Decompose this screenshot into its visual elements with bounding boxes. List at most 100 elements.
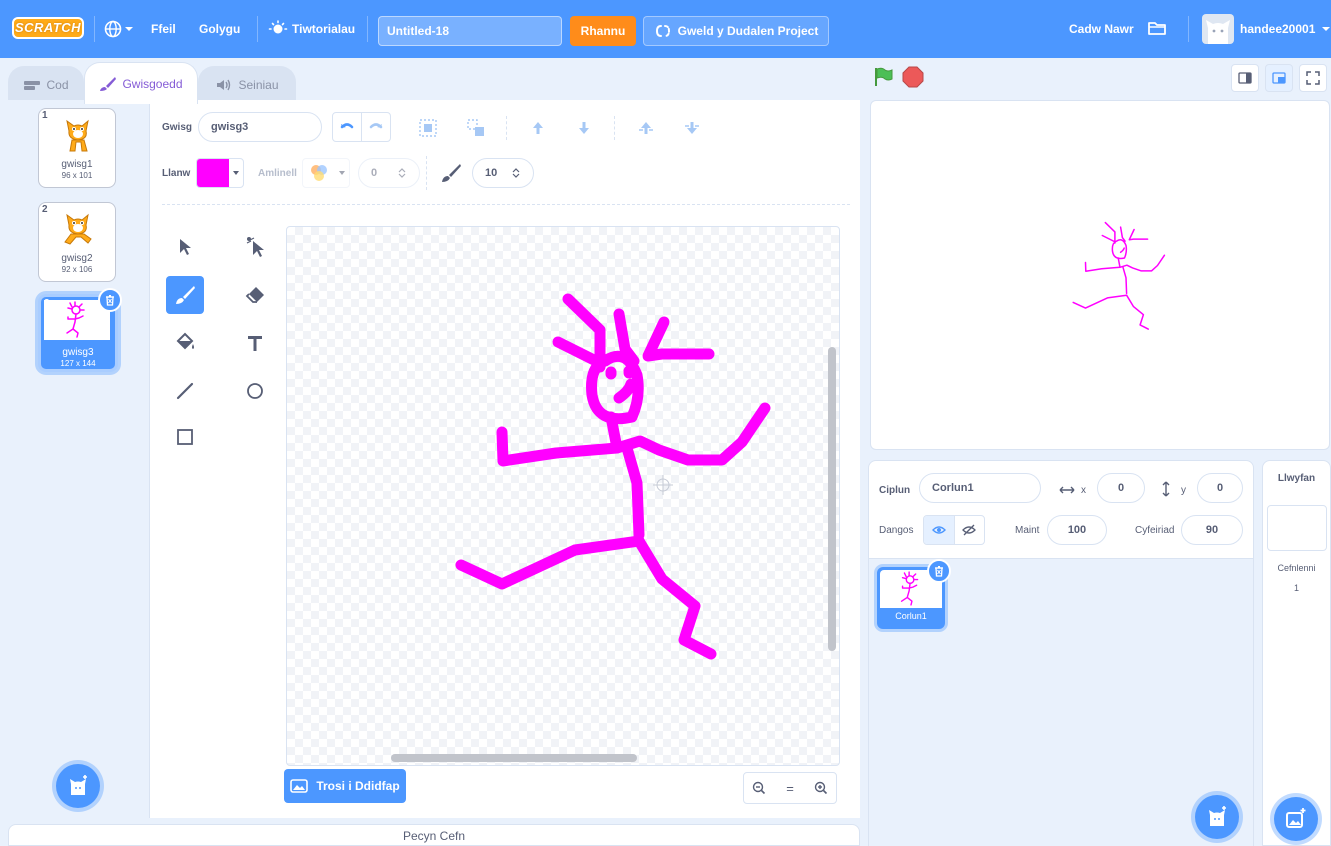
file-menu[interactable]: Ffeil <box>151 22 176 36</box>
costume-tile[interactable]: 2 gwisg2 92 x 106 <box>38 202 116 282</box>
choose-backdrop-button[interactable] <box>1274 797 1318 841</box>
color-palette-icon <box>311 165 327 181</box>
paint-canvas[interactable] <box>286 226 840 766</box>
text-tool[interactable] <box>236 324 274 362</box>
language-menu[interactable] <box>104 20 134 38</box>
menu-divider <box>257 16 258 42</box>
eraser-tool[interactable] <box>236 276 274 314</box>
fill-color-picker[interactable] <box>196 158 244 188</box>
backward-button[interactable] <box>568 112 600 144</box>
delete-sprite-button[interactable] <box>927 559 951 583</box>
vertical-arrows-icon <box>1162 481 1170 497</box>
paintbrush-icon <box>100 76 117 91</box>
hide-sprite-button[interactable] <box>955 516 985 544</box>
brush-size-input[interactable]: 10 <box>472 158 534 188</box>
x-input[interactable] <box>1097 473 1145 503</box>
x-label: x <box>1081 485 1086 496</box>
direction-input[interactable] <box>1181 515 1243 545</box>
large-stage-button[interactable] <box>1265 64 1293 92</box>
costume-size: 96 x 101 <box>61 171 93 180</box>
edit-menu[interactable]: Golygu <box>199 22 240 36</box>
caret-down-icon <box>233 171 239 175</box>
tab-sounds[interactable]: Seiniau <box>198 66 296 102</box>
fill-tool[interactable] <box>166 324 204 362</box>
stage-target-pane[interactable]: Llwyfan Cefnlenni 1 <box>1262 460 1331 846</box>
menu-divider <box>94 16 95 42</box>
size-input[interactable] <box>1047 515 1107 545</box>
horizontal-scrollbar[interactable] <box>391 754 637 762</box>
forward-button[interactable] <box>522 112 554 144</box>
sprite-pane: Ciplun x y Dangos Maint Cyfeiriad Corlun… <box>868 460 1254 846</box>
stop-button[interactable] <box>902 66 924 88</box>
sprite-list: Corlun1 <box>869 559 1253 846</box>
fill-dropdown <box>229 159 243 187</box>
outline-color-picker[interactable] <box>302 158 350 188</box>
small-stage-button[interactable] <box>1231 64 1259 92</box>
stepper-icon <box>398 168 406 178</box>
see-project-page-button[interactable]: Gweld y Dudalen Project <box>643 16 829 46</box>
visibility-toggle <box>923 515 985 545</box>
circle-tool[interactable] <box>236 372 274 410</box>
project-title-input[interactable] <box>378 16 562 46</box>
reshape-tool[interactable] <box>236 228 274 266</box>
outline-color-swatch <box>303 159 335 187</box>
account-menu[interactable]: handee20001 <box>1202 14 1331 44</box>
fullscreen-icon <box>1306 71 1320 85</box>
redo-button[interactable] <box>361 112 391 142</box>
menu-bar: SCRATCH Ffeil Golygu Tiwtorialau Rhannu … <box>0 0 1331 58</box>
share-button[interactable]: Rhannu <box>570 16 636 46</box>
tutorials-menu[interactable]: Tiwtorialau <box>268 20 355 38</box>
eye-icon <box>931 526 946 534</box>
zoom-reset-button[interactable]: = <box>775 773 806 803</box>
y-input[interactable] <box>1197 473 1243 503</box>
fullscreen-button[interactable] <box>1299 64 1327 92</box>
menu-divider <box>1188 16 1189 42</box>
stage[interactable] <box>870 100 1330 450</box>
ungroup-button[interactable] <box>460 112 492 144</box>
toolbar-divider <box>506 116 507 140</box>
backpack[interactable]: Pecyn Cefn <box>8 824 860 846</box>
zoom-controls: = <box>743 772 837 804</box>
costume-name: gwisg1 <box>61 159 93 170</box>
outline-width-input[interactable]: 0 <box>358 158 420 188</box>
costume-name-input[interactable] <box>198 112 322 142</box>
speaker-icon <box>217 79 231 90</box>
green-flag-button[interactable] <box>872 66 894 88</box>
stepper-icon <box>512 168 520 178</box>
group-button[interactable] <box>412 112 444 144</box>
text-t-icon <box>248 336 262 351</box>
remix-arrows-icon <box>655 25 670 37</box>
convert-to-bitmap-button[interactable]: Trosi i Ddidfap <box>284 769 406 803</box>
editor-tabs: Cod Gwisgoedd Seiniau <box>0 58 860 104</box>
code-blocks-icon <box>24 80 41 90</box>
back-button[interactable] <box>676 112 708 144</box>
caret-down-icon <box>125 27 133 31</box>
scratch-logo[interactable]: SCRATCH <box>12 17 84 39</box>
tab-costumes[interactable]: Gwisgoedd <box>84 62 198 104</box>
delete-costume-button[interactable] <box>98 288 122 312</box>
my-stuff-button[interactable] <box>1146 18 1168 38</box>
save-now-menu[interactable]: Cadw Nawr <box>1069 22 1134 36</box>
zoom-out-button[interactable] <box>744 773 775 803</box>
brush-tool[interactable] <box>166 276 204 314</box>
choose-sprite-button[interactable] <box>1195 795 1239 839</box>
costume-tile[interactable]: 1 gwisg1 96 x 101 <box>38 108 116 188</box>
sprite-name-input[interactable] <box>919 473 1041 503</box>
canvas-center-crosshair <box>653 475 673 495</box>
ungroup-icon <box>467 119 484 136</box>
tab-code[interactable]: Cod <box>8 66 84 102</box>
direction-label: Cyfeiriad <box>1135 525 1175 536</box>
line-tool[interactable] <box>166 372 204 410</box>
undo-button[interactable] <box>332 112 362 142</box>
costume-name-label: Gwisg <box>162 122 193 133</box>
choose-costume-button[interactable] <box>56 764 100 808</box>
trash-icon <box>106 295 114 306</box>
front-button[interactable] <box>630 112 662 144</box>
show-sprite-button[interactable] <box>924 516 955 544</box>
vertical-scrollbar[interactable] <box>828 347 836 651</box>
rectangle-tool[interactable] <box>166 418 204 456</box>
zoom-in-button[interactable] <box>805 773 836 803</box>
reshape-pointer-icon <box>246 237 264 257</box>
select-tool[interactable] <box>166 228 204 266</box>
toolbar-divider <box>426 156 427 190</box>
